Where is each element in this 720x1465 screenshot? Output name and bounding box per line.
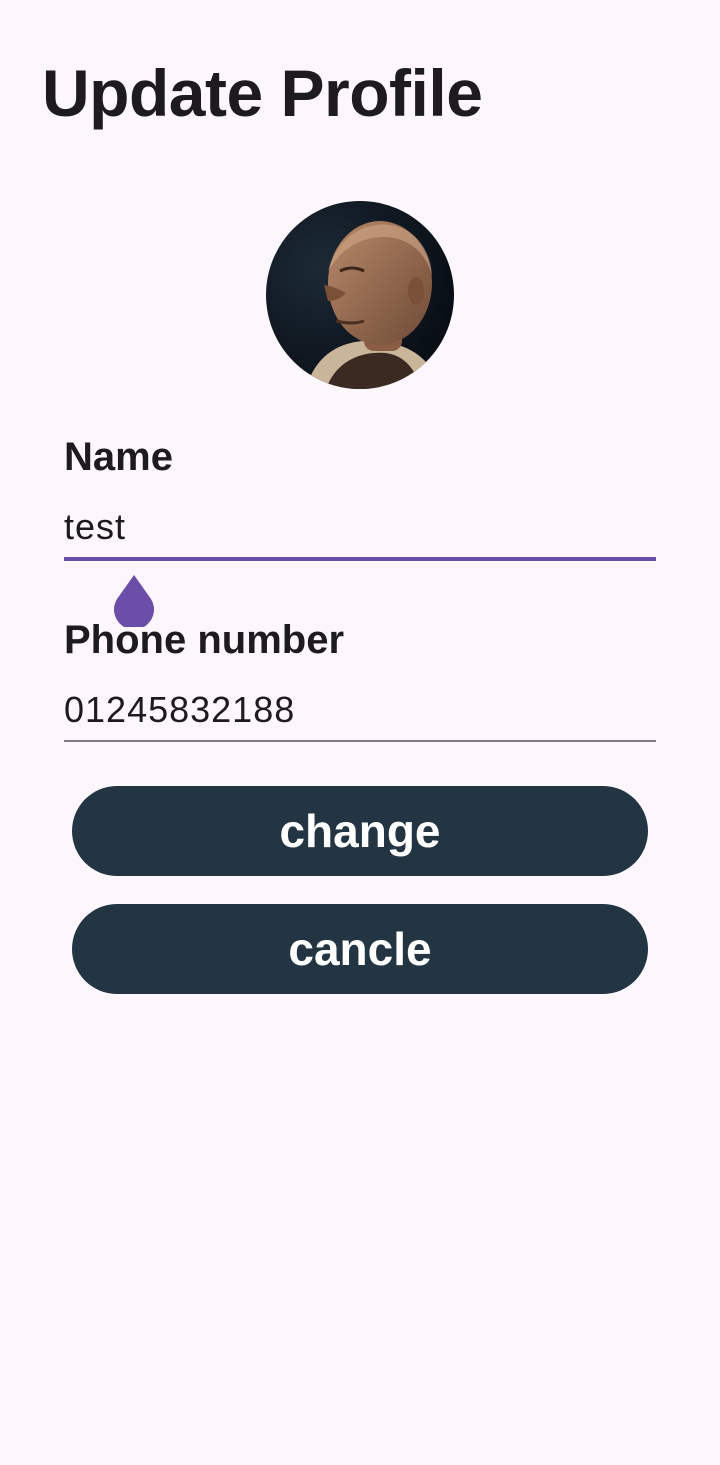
phone-input[interactable] [64,686,656,734]
avatar-photo [266,201,454,389]
name-input[interactable] [64,503,656,551]
name-field: Name [64,435,656,627]
change-button[interactable]: change [72,786,648,876]
name-label: Name [64,435,173,479]
avatar[interactable] [266,201,454,389]
name-input-underline [64,557,656,561]
phone-field: Phone number [64,620,656,742]
phone-input-underline [64,740,656,742]
phone-label: Phone number [64,618,345,662]
cancel-button[interactable]: cancle [72,904,648,994]
page-title: Update Profile [42,56,483,130]
